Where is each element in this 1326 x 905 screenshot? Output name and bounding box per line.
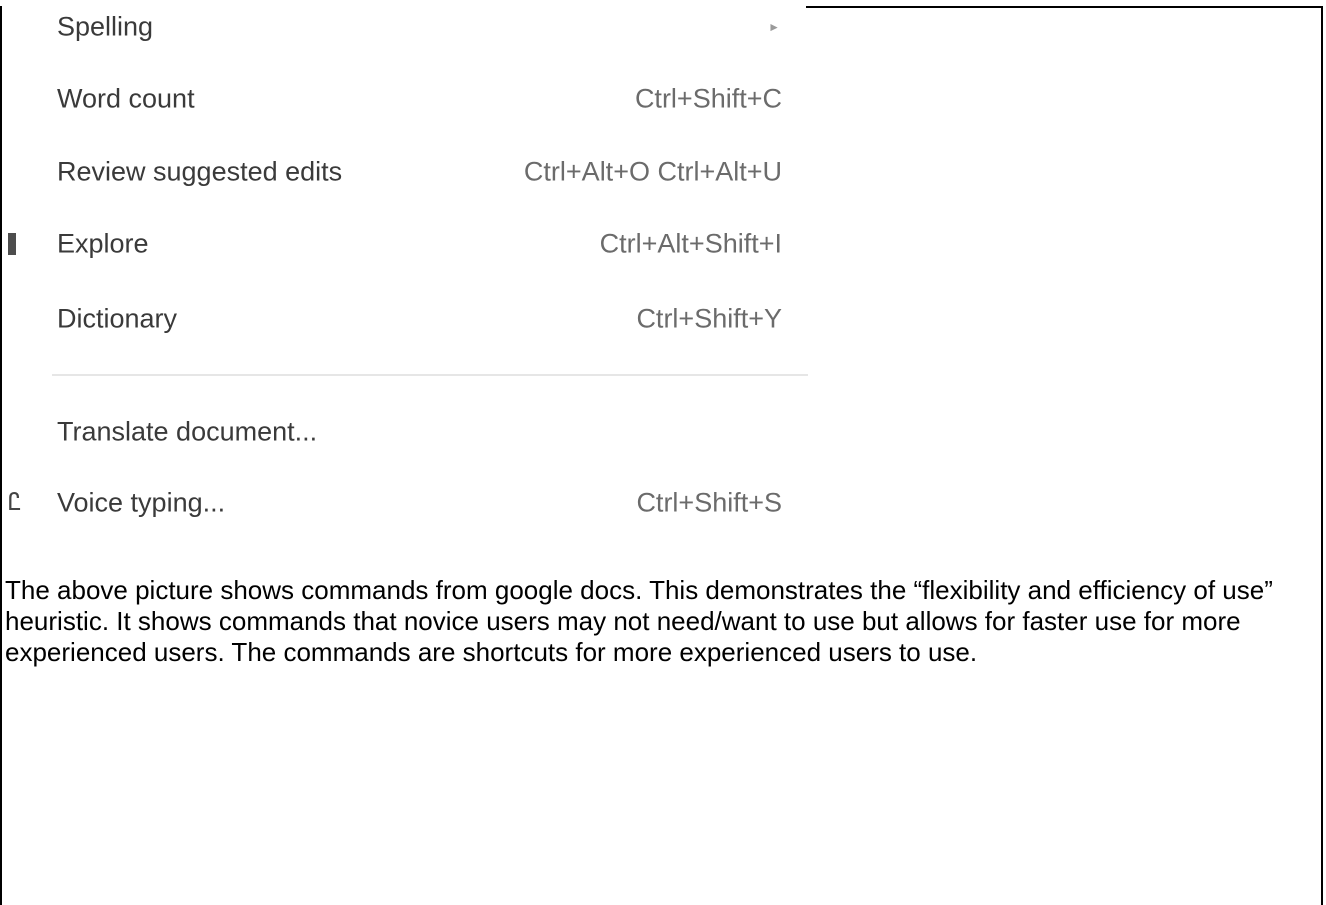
menu-item-shortcut: Ctrl+Shift+Y	[636, 303, 782, 334]
microphone-icon: Ꮭ	[8, 489, 22, 516]
caption-paragraph: The above picture shows commands from go…	[5, 575, 1273, 667]
menu-item-voice-typing[interactable]: Ꮭ Voice typing... Ctrl+Shift+S	[2, 473, 806, 533]
menu-item-label: Voice typing...	[57, 487, 226, 518]
menu-item-word-count[interactable]: Word count Ctrl+Shift+C	[2, 69, 806, 129]
menu-item-review-suggested-edits[interactable]: Review suggested edits Ctrl+Alt+O Ctrl+A…	[2, 142, 806, 202]
menu-item-spelling[interactable]: Spelling ►	[2, 0, 806, 57]
page-border-right	[1321, 6, 1323, 905]
menu-item-label: Spelling	[57, 11, 154, 42]
menu-item-shortcut: Ctrl+Alt+Shift+I	[599, 228, 782, 259]
menu-item-shortcut: Ctrl+Alt+O Ctrl+Alt+U	[523, 156, 782, 187]
page-border-top	[806, 6, 1323, 8]
menu-item-label: Review suggested edits	[57, 156, 343, 187]
menu-item-translate-document[interactable]: Translate document...	[2, 402, 806, 462]
menu-item-dictionary[interactable]: Dictionary Ctrl+Shift+Y	[2, 289, 806, 349]
menu-item-label: Dictionary	[57, 303, 178, 334]
menu-item-label: Word count	[57, 83, 195, 114]
menu-divider	[52, 374, 808, 376]
submenu-arrow-icon: ►	[768, 20, 780, 34]
explore-icon	[8, 233, 16, 255]
menu-item-shortcut: Ctrl+Shift+S	[636, 487, 782, 518]
document-page: Spelling ► Word count Ctrl+Shift+C Revie…	[0, 0, 1326, 905]
menu-item-explore[interactable]: Explore Ctrl+Alt+Shift+I	[2, 214, 806, 274]
menu-item-label: Explore	[57, 228, 149, 259]
tools-menu-screenshot: Spelling ► Word count Ctrl+Shift+C Revie…	[2, 0, 808, 540]
menu-item-label: Translate document...	[57, 416, 318, 447]
menu-item-shortcut: Ctrl+Shift+C	[634, 83, 782, 114]
